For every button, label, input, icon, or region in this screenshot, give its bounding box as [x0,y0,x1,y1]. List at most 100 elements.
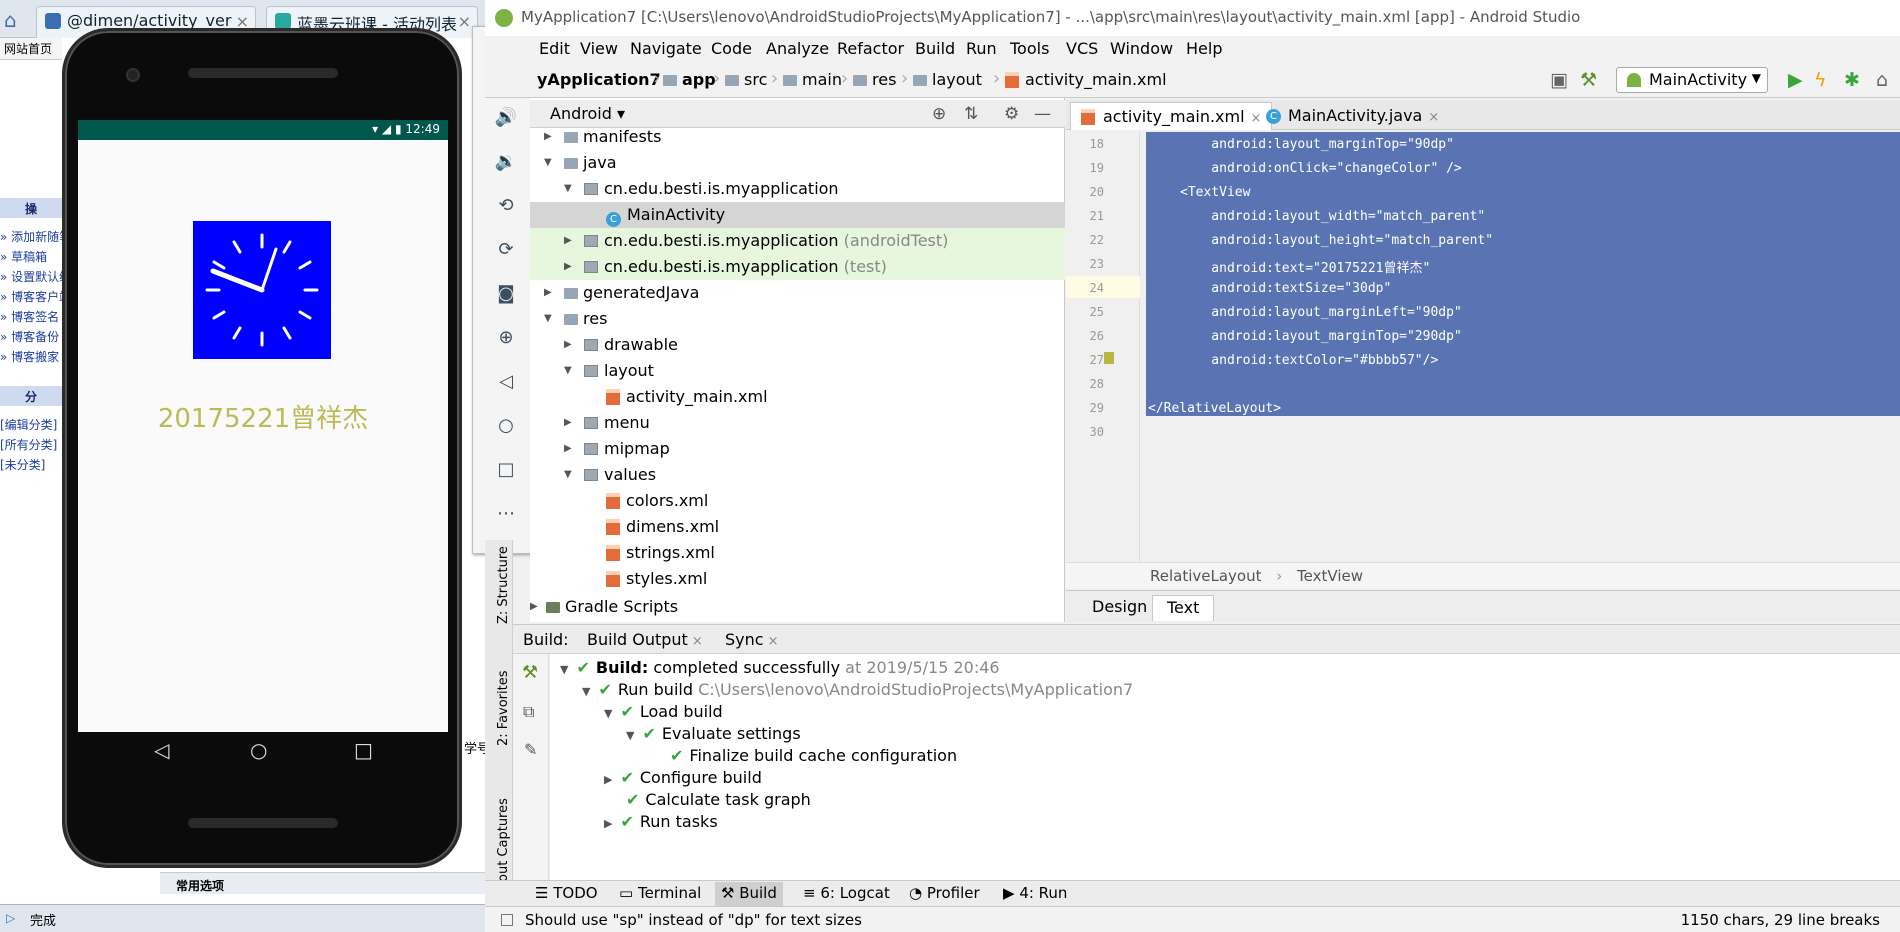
sidebar-link[interactable]: » 草稿箱 [0,248,47,265]
tree-item-drawable[interactable]: ▶ drawable [530,332,1065,358]
project-view-select[interactable]: Android ▾ [550,104,625,123]
menu-build[interactable]: Build [915,39,955,58]
tree-item-java[interactable]: ▼ java [530,150,1065,176]
tab-sync[interactable]: Sync × [725,630,778,649]
breadcrumb-main[interactable]: main [783,70,842,89]
breadcrumb-project[interactable]: yApplication7 [537,70,661,89]
tree-item-styles-xml[interactable]: styles.xml [530,566,1065,592]
pin-icon[interactable]: ✎ [524,740,537,759]
structure-tool-tab[interactable]: Z: Structure [496,546,511,624]
tab-terminal[interactable]: ▭ Terminal [613,884,707,902]
build-row[interactable]: ✔ Finalize build cache configuration [670,746,957,765]
zoom-icon[interactable]: ⊕ [493,327,519,353]
tab-text[interactable]: Text [1152,595,1215,621]
home-icon[interactable]: ⌂ [4,8,26,32]
hide-icon[interactable]: — [1034,104,1051,124]
tree-item-colors-xml[interactable]: colors.xml [530,488,1065,514]
debug-icon[interactable]: ✱ [1844,69,1860,91]
breadcrumb-app[interactable]: app [663,70,716,89]
tree-item-dimens-xml[interactable]: dimens.xml [530,514,1065,540]
menu-window[interactable]: Window [1110,39,1173,58]
tree-item-package-test[interactable]: ▶ cn.edu.besti.is.myapplication (test) [530,254,1065,280]
tab-build[interactable]: ⚒ Build [715,882,783,906]
close-icon[interactable]: × [768,634,779,649]
tab-build-output[interactable]: Build Output × [587,630,703,649]
tree-item-layout[interactable]: ▼ layout [530,358,1065,384]
hammer-icon[interactable]: ⚒ [522,662,538,683]
tree-item-mainactivity[interactable]: C MainActivity [530,202,1065,228]
build-row[interactable]: ▼ ✔ Evaluate settings [626,724,801,743]
home-icon[interactable]: ○ [493,415,519,441]
tree-item-generatedjava[interactable]: ▶ generatedJava [530,280,1065,306]
breadcrumb-relativelayout[interactable]: RelativeLayout [1150,567,1261,585]
overview-icon[interactable]: □ [493,459,519,485]
menu-run[interactable]: Run [966,39,997,58]
volume-up-icon[interactable]: 🔊 [493,107,519,133]
gear-icon[interactable]: ⚙ [1004,104,1019,124]
build-row[interactable]: ▶ ✔ Run tasks [604,812,718,831]
menu-vcs[interactable]: VCS [1066,39,1098,58]
build-row[interactable]: ▼ ✔ Build: completed successfully at 2019/… [560,658,1000,677]
analog-clock[interactable] [193,221,331,359]
sidebar-link[interactable]: » 博客客户端 [0,288,71,305]
sidebar-link[interactable]: » 博客签名 [0,308,59,325]
tab-design[interactable]: Design [1078,595,1161,621]
status-toggle-icon[interactable] [501,914,513,926]
tree-item-res[interactable]: ▼ res [530,306,1065,332]
apply-changes-icon[interactable]: ϟ [1814,69,1827,91]
run-configuration-select[interactable]: MainActivity ▼ [1616,67,1768,93]
breadcrumb-file[interactable]: activity_main.xml [1005,70,1167,89]
sidebar-link[interactable]: » 博客备份 [0,328,59,345]
profile-icon[interactable]: ⌂ [1876,69,1888,91]
close-icon[interactable]: × [1428,110,1439,125]
tab-profiler[interactable]: ◔ Profiler [903,884,986,902]
sidebar-link[interactable]: [未分类] [0,456,45,473]
captures-tool-tab[interactable]: out Captures [496,798,511,882]
tree-item-activity-main-xml[interactable]: activity_main.xml [530,384,1065,410]
breadcrumb-textview[interactable]: TextView [1297,567,1363,585]
menu-tools[interactable]: Tools [1010,39,1049,58]
menu-refactor[interactable]: Refactor [837,39,904,58]
tree-item-values[interactable]: ▼ values [530,462,1065,488]
menu-code[interactable]: Code [711,39,752,58]
sidebar-link[interactable]: » 博客搬家 [0,348,59,365]
breadcrumb-res[interactable]: res [853,70,896,89]
run-icon[interactable]: ▶ [1788,69,1803,91]
tree-item-strings-xml[interactable]: strings.xml [530,540,1065,566]
favorites-tool-tab[interactable]: 2: Favorites [496,670,511,746]
more-icon[interactable]: ⋯ [493,503,519,529]
camera-icon[interactable]: ◙ [493,283,519,309]
tree-item-mipmap[interactable]: ▶ mipmap [530,436,1065,462]
tree-item-menu[interactable]: ▶ menu [530,410,1065,436]
tree-item-package-androidtest[interactable]: ▶ cn.edu.besti.is.myapplication (androidT… [530,228,1065,254]
tab-todo[interactable]: ☰ TODO [529,884,604,902]
menu-analyze[interactable]: Analyze [766,39,829,58]
tree-item-gradle-scripts[interactable]: ▶ Gradle Scripts [530,594,1065,620]
rotate-right-icon[interactable]: ⟳ [493,239,519,265]
tab-logcat[interactable]: ≡ 6: Logcat [797,884,896,902]
sidebar-link[interactable]: » 添加新随笔 [0,228,71,245]
build-row[interactable]: ▶ ✔ Configure build [604,768,762,787]
layout-icon[interactable]: ▣ [1550,69,1568,91]
menu-navigate[interactable]: Navigate [630,39,702,58]
menu-edit[interactable]: Edit [539,39,570,58]
back-icon[interactable]: ◁ [154,738,169,762]
close-icon[interactable]: × [458,12,471,31]
site-home-link[interactable]: 网站首页 [0,38,62,60]
sidebar-link[interactable]: [编辑分类] [0,416,57,433]
home-icon[interactable]: ○ [250,738,267,762]
close-icon[interactable]: × [692,634,703,649]
rotate-left-icon[interactable]: ⟲ [493,195,519,221]
overview-icon[interactable]: □ [354,738,373,762]
menu-view[interactable]: View [580,39,618,58]
options-header[interactable]: 常用选项 [160,872,485,894]
collapse-icon[interactable]: ⇅ [964,104,978,124]
tab-mainactivity-java[interactable]: C MainActivity.java × [1256,102,1449,130]
make-project-icon[interactable]: ⚒ [1580,69,1597,91]
tab-activity-main-xml[interactable]: activity_main.xml × [1070,102,1273,130]
tree-item-manifests[interactable]: ▶ manifests [530,124,1065,150]
breadcrumb-layout[interactable]: layout [913,70,982,89]
build-row[interactable]: ▼ ✔ Load build [604,702,723,721]
tab-run[interactable]: ▶ 4: Run [997,884,1073,902]
sidebar-link[interactable]: [所有分类] [0,436,57,453]
